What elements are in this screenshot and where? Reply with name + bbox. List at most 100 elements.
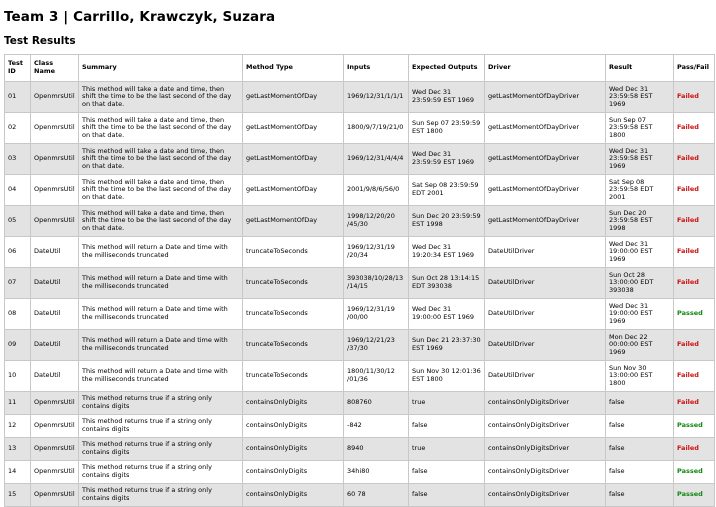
cell-class-name: DateUtil [30, 298, 79, 330]
column-header-driver: Driver [484, 54, 606, 82]
cell-class-name: OpenmrsUtil [30, 143, 79, 175]
cell-class-name: OpenmrsUtil [30, 174, 79, 206]
table-row: 11 OpenmrsUtil This method returns true if… [4, 391, 715, 415]
cell-test-id: 03 [4, 143, 31, 175]
cell-result: false [605, 414, 674, 438]
cell-summary: This method returns true if a string onl… [78, 483, 243, 507]
page: Team 3 | Carrillo, Krawczyk, Suzara Test… [0, 0, 716, 507]
cell-inputs: 1969/12/31/4/4/4 [343, 143, 409, 175]
column-header-result: Result [605, 54, 674, 82]
cell-inputs: 1969/12/21/23 /37/30 [343, 329, 409, 361]
cell-result: Sun Oct 28 13:00:00 EDT 393038 [605, 267, 674, 299]
cell-pass-fail: Failed [673, 205, 715, 237]
cell-pass-fail: Failed [673, 81, 715, 113]
cell-test-id: 04 [4, 174, 31, 206]
table-row: 13 OpenmrsUtil This method returns true if… [4, 437, 715, 461]
cell-summary: This method will return a Date and time … [78, 236, 243, 268]
cell-class-name: DateUtil [30, 236, 79, 268]
cell-driver: containsOnlyDigitsDriver [484, 414, 606, 438]
cell-result: false [605, 391, 674, 415]
cell-result: Sun Nov 30 13:00:00 EST 1800 [605, 360, 674, 392]
cell-expected-output: Wed Dec 31 19:00:00 EST 1969 [408, 298, 485, 330]
cell-expected-output: true [408, 391, 485, 415]
cell-result: Wed Dec 31 23:59:58 EST 1969 [605, 143, 674, 175]
cell-expected-output: Sat Sep 08 23:59:59 EDT 2001 [408, 174, 485, 206]
cell-expected-output: Sun Dec 21 23:37:30 EST 1969 [408, 329, 485, 361]
cell-summary: This method will take a date and time, t… [78, 81, 243, 113]
cell-pass-fail: Passed [673, 483, 715, 507]
cell-test-id: 15 [4, 483, 31, 507]
cell-pass-fail: Passed [673, 414, 715, 438]
cell-expected-output: Sun Oct 28 13:14:15 EDT 393038 [408, 267, 485, 299]
cell-summary: This method will return a Date and time … [78, 298, 243, 330]
cell-class-name: OpenmrsUtil [30, 414, 79, 438]
cell-test-id: 08 [4, 298, 31, 330]
cell-driver: containsOnlyDigitsDriver [484, 460, 606, 484]
cell-method-type: containsOnlyDigits [242, 460, 344, 484]
cell-method-type: containsOnlyDigits [242, 414, 344, 438]
cell-class-name: OpenmrsUtil [30, 81, 79, 113]
cell-driver: DateUtilDriver [484, 267, 606, 299]
cell-driver: getLastMomentOfDayDriver [484, 205, 606, 237]
cell-test-id: 01 [4, 81, 31, 113]
cell-pass-fail: Failed [673, 391, 715, 415]
cell-result: false [605, 460, 674, 484]
cell-method-type: truncateToSeconds [242, 267, 344, 299]
header-row: Test ID Class Name Summary Method Type I… [4, 54, 715, 82]
cell-test-id: 14 [4, 460, 31, 484]
cell-result: Sun Dec 20 23:59:58 EST 1998 [605, 205, 674, 237]
cell-inputs: 393038/10/28/13 /14/15 [343, 267, 409, 299]
cell-driver: DateUtilDriver [484, 329, 606, 361]
cell-result: Wed Dec 31 19:00:00 EST 1969 [605, 298, 674, 330]
cell-pass-fail: Failed [673, 143, 715, 175]
cell-driver: getLastMomentOfDayDriver [484, 112, 606, 144]
cell-summary: This method returns true if a string onl… [78, 460, 243, 484]
cell-inputs: 34hi80 [343, 460, 409, 484]
cell-inputs: 60 78 [343, 483, 409, 507]
cell-pass-fail: Passed [673, 460, 715, 484]
table-row: 07 DateUtil This method will return a Date… [4, 267, 715, 299]
cell-pass-fail: Failed [673, 329, 715, 361]
cell-summary: This method returns true if a string onl… [78, 391, 243, 415]
cell-method-type: getLastMomentOfDay [242, 143, 344, 175]
cell-expected-output: Wed Dec 31 23:59:59 EST 1969 [408, 143, 485, 175]
cell-class-name: OpenmrsUtil [30, 391, 79, 415]
cell-expected-output: true [408, 437, 485, 461]
cell-summary: This method returns true if a string onl… [78, 414, 243, 438]
column-header-class-name: Class Name [30, 54, 79, 82]
cell-expected-output: false [408, 414, 485, 438]
cell-pass-fail: Failed [673, 236, 715, 268]
cell-class-name: DateUtil [30, 329, 79, 361]
cell-method-type: getLastMomentOfDay [242, 174, 344, 206]
cell-pass-fail: Failed [673, 112, 715, 144]
table-row: 03 OpenmrsUtil This method will take a dat… [4, 143, 715, 175]
cell-pass-fail: Failed [673, 174, 715, 206]
cell-inputs: 1969/12/31/1/1/1 [343, 81, 409, 113]
cell-expected-output: Sun Dec 20 23:59:59 EST 1998 [408, 205, 485, 237]
cell-class-name: DateUtil [30, 267, 79, 299]
table-row: 14 OpenmrsUtil This method returns true if… [4, 460, 715, 484]
cell-summary: This method will return a Date and time … [78, 267, 243, 299]
cell-pass-fail: Failed [673, 360, 715, 392]
table-row: 04 OpenmrsUtil This method will take a dat… [4, 174, 715, 206]
cell-inputs: 8940 [343, 437, 409, 461]
cell-test-id: 10 [4, 360, 31, 392]
cell-expected-output: Wed Dec 31 19:20:34 EST 1969 [408, 236, 485, 268]
table-row: 08 DateUtil This method will return a Date… [4, 298, 715, 330]
cell-pass-fail: Passed [673, 298, 715, 330]
column-header-pass-fail: Pass/Fail [673, 54, 715, 82]
cell-test-id: 12 [4, 414, 31, 438]
cell-test-id: 05 [4, 205, 31, 237]
cell-inputs: 808760 [343, 391, 409, 415]
cell-summary: This method will return a Date and time … [78, 329, 243, 361]
cell-expected-output: Sun Sep 07 23:59:59 EST 1800 [408, 112, 485, 144]
cell-inputs: 1969/12/31/19 /00/00 [343, 298, 409, 330]
cell-inputs: 1800/11/30/12 /01/36 [343, 360, 409, 392]
cell-summary: This method will return a Date and time … [78, 360, 243, 392]
cell-driver: getLastMomentOfDayDriver [484, 143, 606, 175]
cell-method-type: truncateToSeconds [242, 298, 344, 330]
table-row: 10 DateUtil This method will return a Date… [4, 360, 715, 392]
cell-pass-fail: Failed [673, 437, 715, 461]
cell-method-type: truncateToSeconds [242, 329, 344, 361]
cell-summary: This method will take a date and time, t… [78, 174, 243, 206]
